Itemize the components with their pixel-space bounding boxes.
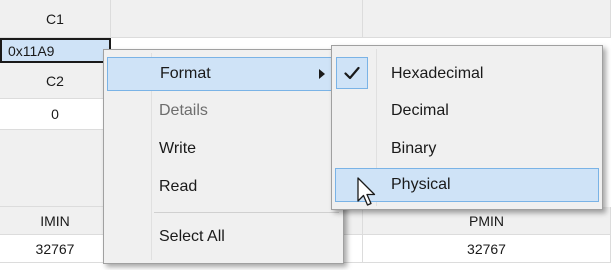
menu-separator (154, 212, 339, 213)
menu-item-label: Write (159, 140, 197, 157)
column-header-imin[interactable]: IMIN (0, 207, 111, 235)
menu-item-hexadecimal[interactable]: Hexadecimal (335, 56, 599, 92)
menu-item-label: Details (159, 101, 208, 119)
menu-item-read[interactable]: Read (107, 168, 339, 206)
menu-item-binary[interactable]: Binary (335, 130, 599, 168)
chevron-right-icon (319, 69, 325, 79)
menu-item-select-all[interactable]: Select All (107, 218, 339, 256)
column-header-c1[interactable]: C1 (0, 0, 111, 38)
check-icon (336, 57, 368, 89)
column-header-pmin[interactable]: PMIN (363, 207, 611, 235)
cell-pmin[interactable]: 32767 (363, 235, 611, 263)
menu-item-label: Select All (159, 228, 225, 245)
column-header-blank-3 (363, 0, 611, 38)
blank-header-area (0, 130, 111, 207)
selected-cell-c1[interactable]: 0x11A9 (0, 38, 111, 63)
menu-item-label: Binary (391, 140, 437, 157)
column-header-c2[interactable]: C2 (0, 63, 111, 99)
cell-imin[interactable]: 32767 (0, 235, 111, 263)
context-menu: Format Details Write Read Select All (103, 49, 344, 264)
menu-item-label: Format (160, 65, 211, 82)
menu-item-label: Read (159, 178, 198, 195)
menu-item-decimal[interactable]: Decimal (335, 92, 599, 130)
menu-item-details[interactable]: Details (107, 91, 339, 130)
menu-item-label: Decimal (391, 102, 449, 119)
menu-item-label: Physical (391, 176, 451, 193)
cell-c2[interactable]: 0 (0, 99, 111, 130)
menu-item-format[interactable]: Format (107, 57, 339, 91)
column-header-blank-1 (111, 0, 363, 38)
menu-item-write[interactable]: Write (107, 130, 339, 168)
mouse-pointer-icon (357, 177, 376, 206)
menu-item-label: Hexadecimal (391, 65, 484, 82)
